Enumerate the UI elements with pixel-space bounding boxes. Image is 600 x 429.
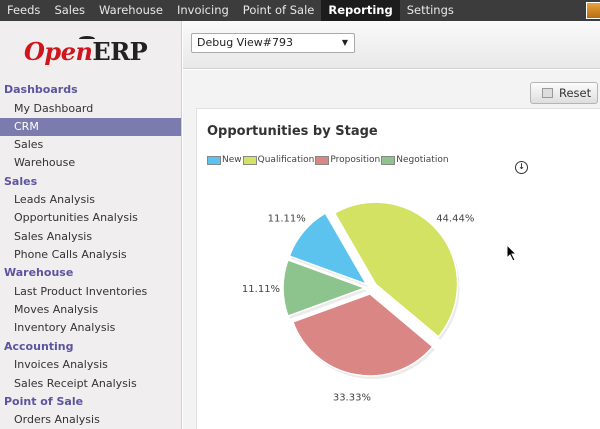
sidebar-item-invoices-analysis[interactable]: Invoices Analysis [0, 356, 181, 374]
legend-swatch [381, 155, 396, 165]
download-icon[interactable]: ↓ [515, 161, 528, 174]
chevron-down-icon: ▼ [341, 38, 348, 47]
logo-erp-text: ERP [92, 37, 148, 66]
sidebar-item-my-dashboard[interactable]: My Dashboard [0, 100, 181, 118]
sidebar-section-warehouse: Warehouse [4, 266, 74, 280]
sidebar-item-inventory-analysis[interactable]: Inventory Analysis [0, 319, 181, 337]
pie-percent-label: 44.44% [436, 213, 474, 224]
chart-panel: 11.11% 44.44% 33.33% 11.11% Opportunities b… [196, 108, 600, 429]
legend-label: Negotiation [396, 155, 449, 165]
sidebar-section-dashboards: Dashboards [4, 83, 78, 96]
legend-label: Proposition [330, 155, 381, 165]
user-avatar[interactable] [586, 2, 600, 19]
view-select[interactable]: Debug View#793 ▼ [191, 33, 355, 53]
sidebar-section-sales: Sales [4, 174, 38, 188]
chart-title: Opportunities by Stage [207, 124, 378, 139]
topnav-warehouse[interactable]: Warehouse [92, 0, 170, 21]
legend-swatch [315, 155, 330, 165]
sidebar: OpenERP Dashboards My Dashboard CRM Sales Wa… [0, 21, 182, 429]
sidebar-item-crm[interactable]: CRM [0, 117, 181, 137]
legend-entry: Negotiation [381, 155, 449, 165]
reset-button-label: Reset [559, 86, 592, 100]
pie-percent-label: 33.33% [333, 392, 371, 403]
sidebar-item-sales[interactable]: Sales [0, 136, 181, 154]
topnav-reporting[interactable]: Reporting [321, 0, 400, 21]
topnav-feeds[interactable]: Feeds [0, 0, 47, 21]
pie-percent-label: 11.11% [268, 213, 306, 224]
topnav-settings[interactable]: Settings [400, 0, 461, 21]
view-select-value: Debug View#793 [197, 36, 293, 49]
sidebar-section-point-of-sale: Point of Sale [4, 394, 84, 408]
legend-entry: Qualification [242, 155, 315, 165]
chart-legend: New Qualification Proposition Negotiation [207, 155, 450, 165]
logo-mustache-icon [79, 36, 95, 42]
sidebar-item-sales-analysis[interactable]: Sales Analysis [0, 228, 181, 246]
pie-percent-label: 11.11% [242, 284, 280, 295]
topnav-invoicing[interactable]: Invoicing [170, 0, 236, 21]
legend-entry: New [207, 155, 242, 165]
legend-swatch [242, 155, 257, 165]
sidebar-item-orders-analysis[interactable]: Orders Analysis [0, 411, 181, 429]
mouse-pointer-icon [506, 244, 518, 262]
reset-icon [542, 88, 553, 98]
sidebar-section-accounting: Accounting [4, 339, 74, 353]
dashboard-content: Reset 11.11% 44.44% 33.33% 11.11% Opportuni… [183, 70, 600, 429]
sidebar-item-sales-receipt-analysis[interactable]: Sales Receipt Analysis [0, 375, 181, 393]
sidebar-menu: Dashboards My Dashboard CRM Sales Warehouse S… [0, 81, 181, 429]
legend-label: Qualification [257, 155, 315, 165]
sidebar-item-leads-analysis[interactable]: Leads Analysis [0, 191, 181, 209]
legend-label: New [222, 155, 242, 165]
topnav-point-of-sale[interactable]: Point of Sale [236, 0, 322, 21]
view-header: Debug View#793 ▼ [183, 21, 600, 69]
top-navigation-bar: Feeds Sales Warehouse Invoicing Point of Sal… [0, 0, 600, 21]
topnav-sales[interactable]: Sales [47, 0, 92, 21]
sidebar-item-last-product-inventories[interactable]: Last Product Inventories [0, 283, 181, 301]
sidebar-item-phone-calls-analysis[interactable]: Phone Calls Analysis [0, 246, 181, 264]
openerp-logo[interactable]: OpenERP [0, 21, 181, 81]
sidebar-item-opportunities-analysis[interactable]: Opportunities Analysis [0, 209, 181, 227]
legend-swatch [207, 155, 221, 165]
legend-entry: Proposition [315, 155, 380, 165]
reset-button[interactable]: Reset [530, 82, 598, 104]
sidebar-item-moves-analysis[interactable]: Moves Analysis [0, 301, 181, 319]
sidebar-item-warehouse[interactable]: Warehouse [0, 154, 181, 172]
